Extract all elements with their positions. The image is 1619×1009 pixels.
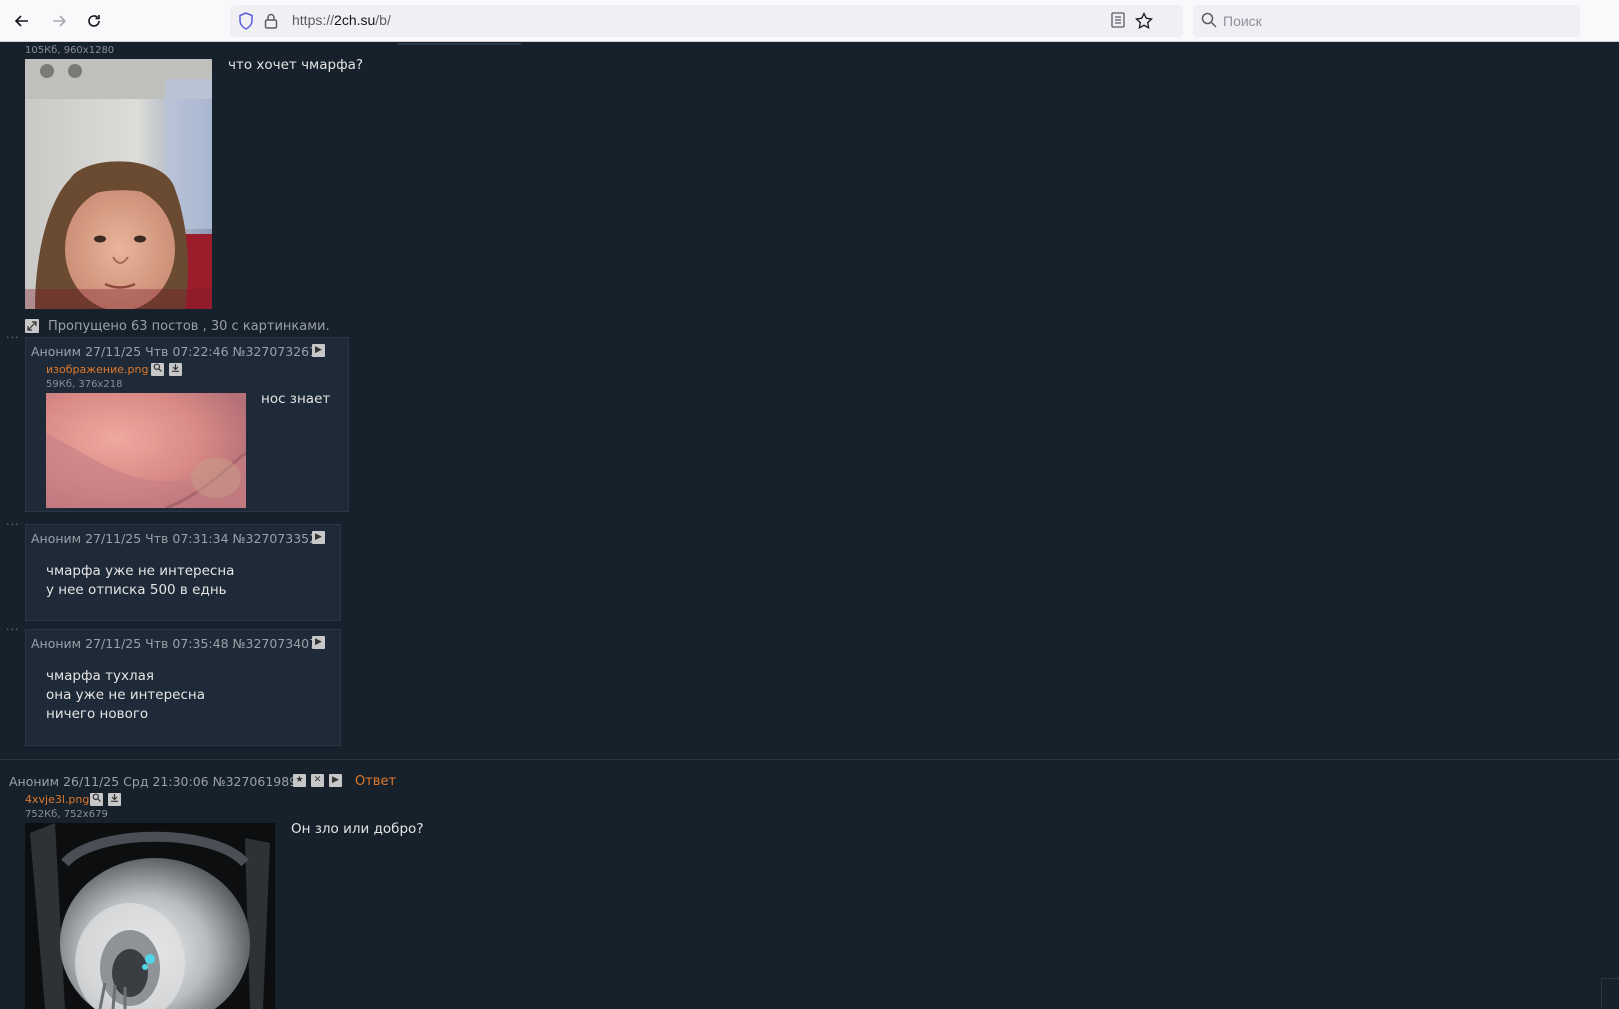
search-bar[interactable]: Поиск <box>1193 5 1580 37</box>
reply-menu-dots[interactable]: ··· <box>6 518 20 531</box>
file-info: 752Кб, 752x679 <box>25 809 108 820</box>
reader-view-icon[interactable] <box>1111 12 1125 32</box>
scroll-to-top-button[interactable] <box>1601 978 1619 1009</box>
search-icon[interactable] <box>151 363 164 376</box>
play-icon[interactable]: ▶ <box>312 531 325 544</box>
reload-icon[interactable] <box>80 8 108 34</box>
url-host: 2ch.su <box>334 12 376 28</box>
back-arrow-icon[interactable] <box>8 8 36 34</box>
download-icon[interactable] <box>169 363 182 376</box>
header-divider <box>397 43 521 45</box>
expand-icon[interactable] <box>25 319 39 333</box>
op-message: Он зло или добро? <box>291 821 424 837</box>
reply-post-3: Аноним 27/11/25 Чтв 07:35:48 №327073407 … <box>25 629 341 746</box>
url-path: /b/ <box>375 12 391 28</box>
reply-meta: Аноним 27/11/25 Чтв 07:35:48 №327073407 <box>31 636 318 651</box>
reply-message: нос знает <box>261 391 331 407</box>
reply-post-1: Аноним 27/11/25 Чтв 07:22:46 №327073261 … <box>25 337 349 512</box>
thread-separator <box>0 759 1619 760</box>
reply-menu-dots[interactable]: ··· <box>6 331 20 344</box>
star-icon[interactable]: ★ <box>293 774 306 787</box>
browser-toolbar: https://2ch.su/b/ Поиск <box>0 0 1619 42</box>
reply-message-line-1: чмарфа тухлая <box>46 668 154 684</box>
reply-message-line-2: у нее отписка 500 в еднь <box>46 582 227 598</box>
reply-post-2: Аноним 27/11/25 Чтв 07:31:34 №327073352 … <box>25 524 341 621</box>
file-name-link[interactable]: изображение.png <box>46 363 148 376</box>
reply-message-line-3: ничего нового <box>46 706 149 722</box>
file-name-link[interactable]: 4xvje3l.png <box>25 793 89 806</box>
search-icon[interactable] <box>90 793 103 806</box>
url-text[interactable]: https://2ch.su/b/ <box>292 12 391 28</box>
play-icon[interactable]: ▶ <box>329 774 342 787</box>
play-icon[interactable]: ▶ <box>312 344 325 357</box>
shield-icon[interactable] <box>238 12 254 34</box>
lock-icon[interactable] <box>264 12 278 34</box>
search-placeholder: Поиск <box>1223 13 1262 29</box>
reply-meta: Аноним 27/11/25 Чтв 07:31:34 №327073352 <box>31 531 318 546</box>
op-meta: Аноним 26/11/25 Срд 21:30:06 №327061989 <box>9 774 298 789</box>
op-file-info: 105Кб, 960x1280 <box>25 45 115 56</box>
close-icon[interactable]: ✕ <box>311 774 324 787</box>
bookmark-star-icon[interactable] <box>1135 11 1153 34</box>
file-info: 59Кб, 376x218 <box>46 379 123 390</box>
op-thumbnail-selfie[interactable] <box>25 59 212 309</box>
op-thumbnail-robot[interactable] <box>25 823 275 1009</box>
op-message: что хочет чмарфа? <box>228 57 364 73</box>
search-icon <box>1201 12 1217 32</box>
url-prefix: https:// <box>292 12 335 28</box>
forward-arrow-icon[interactable] <box>45 8 73 34</box>
reply-link[interactable]: Ответ <box>355 774 396 789</box>
url-bar[interactable]: https://2ch.su/b/ <box>230 5 1183 37</box>
reply-message-line-2: она уже не интересна <box>46 687 205 703</box>
reply-meta: Аноним 27/11/25 Чтв 07:22:46 №327073261 <box>31 344 318 359</box>
omitted-posts-text[interactable]: Пропущено 63 постов , 30 с картинками. <box>48 319 330 334</box>
board-page: 105Кб, 960x1280 что хочет чмарфа? Пропущ… <box>0 43 1619 1009</box>
reply-menu-dots[interactable]: ··· <box>6 623 20 636</box>
download-icon[interactable] <box>108 793 121 806</box>
reply-message-line-1: чмарфа уже не интересна <box>46 563 235 579</box>
play-icon[interactable]: ▶ <box>312 636 325 649</box>
reply-thumbnail-nose[interactable] <box>46 393 246 508</box>
